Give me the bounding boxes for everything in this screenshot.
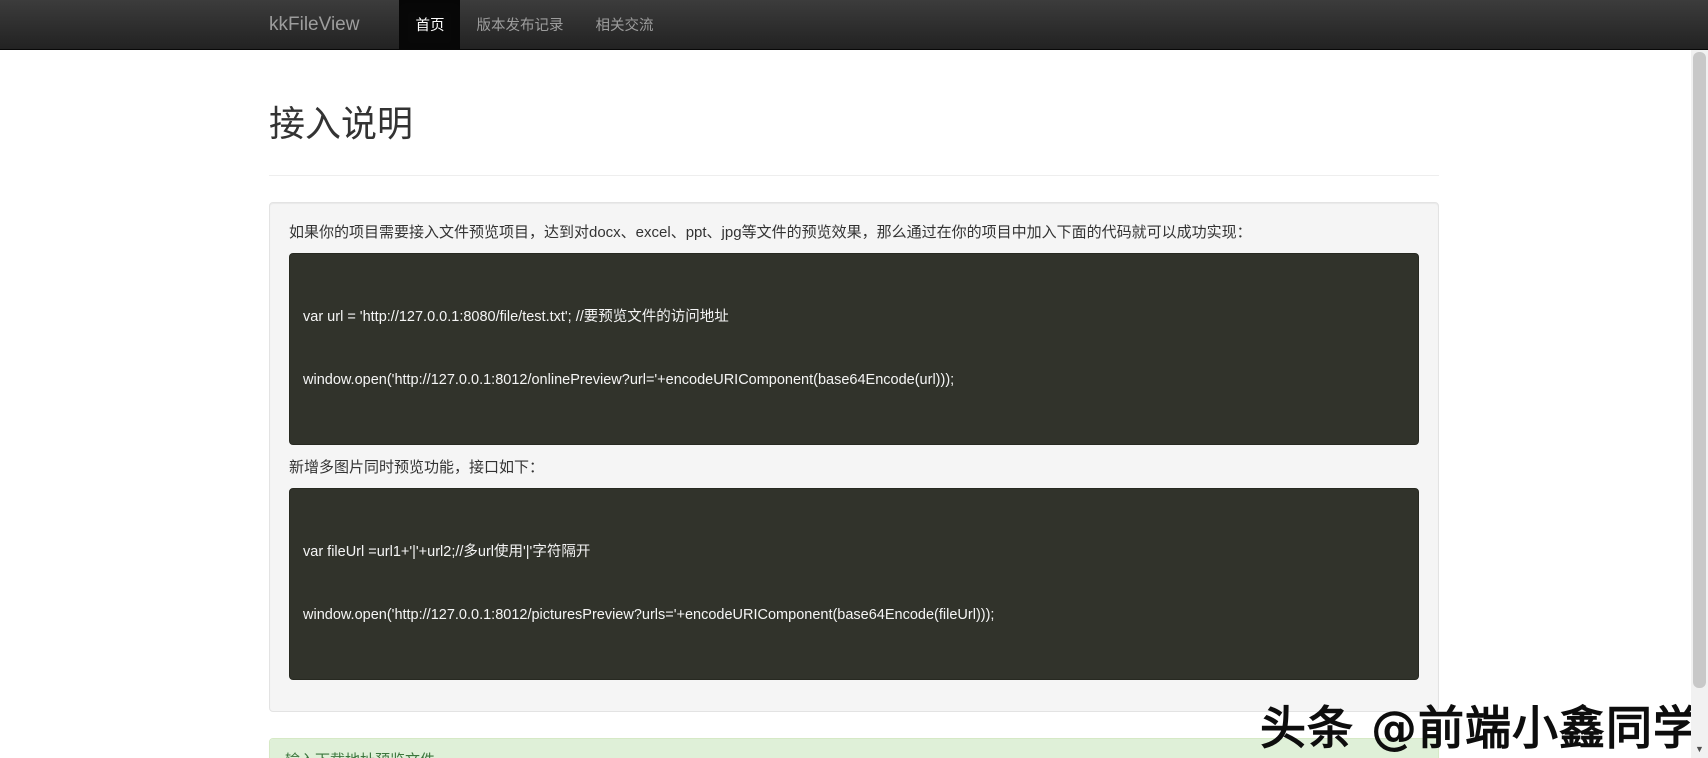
top-navbar: kkFileView 首页 版本发布记录 相关交流 xyxy=(0,0,1708,50)
code-line: var url = 'http://127.0.0.1:8080/file/te… xyxy=(303,309,729,325)
scrollbar-thumb[interactable] xyxy=(1693,52,1706,688)
scrollbar-down-arrow[interactable]: ▼ xyxy=(1691,742,1708,756)
code-snippet-pictures-preview: var fileUrl =url1+'|'+url2;//多url使用'|'字符… xyxy=(289,488,1419,680)
vertical-scrollbar[interactable]: ▼ xyxy=(1691,50,1708,758)
code-snippet-online-preview: var url = 'http://127.0.0.1:8080/file/te… xyxy=(289,253,1419,445)
nav-item-release-notes[interactable]: 版本发布记录 xyxy=(460,0,579,49)
nav-item-home[interactable]: 首页 xyxy=(399,0,461,49)
multi-image-note-text: 新增多图片同时预览功能，接口如下： xyxy=(289,459,545,476)
page-header: 接入说明 xyxy=(269,95,1439,176)
main-nav: 首页 版本发布记录 相关交流 xyxy=(399,0,669,49)
instructions-intro-text: 如果你的项目需要接入文件预览项目，达到对docx、excel、ppt、jpg等文… xyxy=(289,224,1252,241)
brand-kkfileview[interactable]: kkFileView xyxy=(269,0,374,49)
code-line: window.open('http://127.0.0.1:8012/pictu… xyxy=(303,607,995,623)
code-line: window.open('http://127.0.0.1:8012/onlin… xyxy=(303,372,955,388)
instructions-well: 如果你的项目需要接入文件预览项目，达到对docx、excel、ppt、jpg等文… xyxy=(269,202,1439,712)
watermark-text: 头条 @前端小鑫同学 xyxy=(1259,701,1700,755)
nav-item-community[interactable]: 相关交流 xyxy=(579,0,669,49)
code-line: var fileUrl =url1+'|'+url2;//多url使用'|'字符… xyxy=(303,544,591,560)
page-title: 接入说明 xyxy=(269,103,414,144)
